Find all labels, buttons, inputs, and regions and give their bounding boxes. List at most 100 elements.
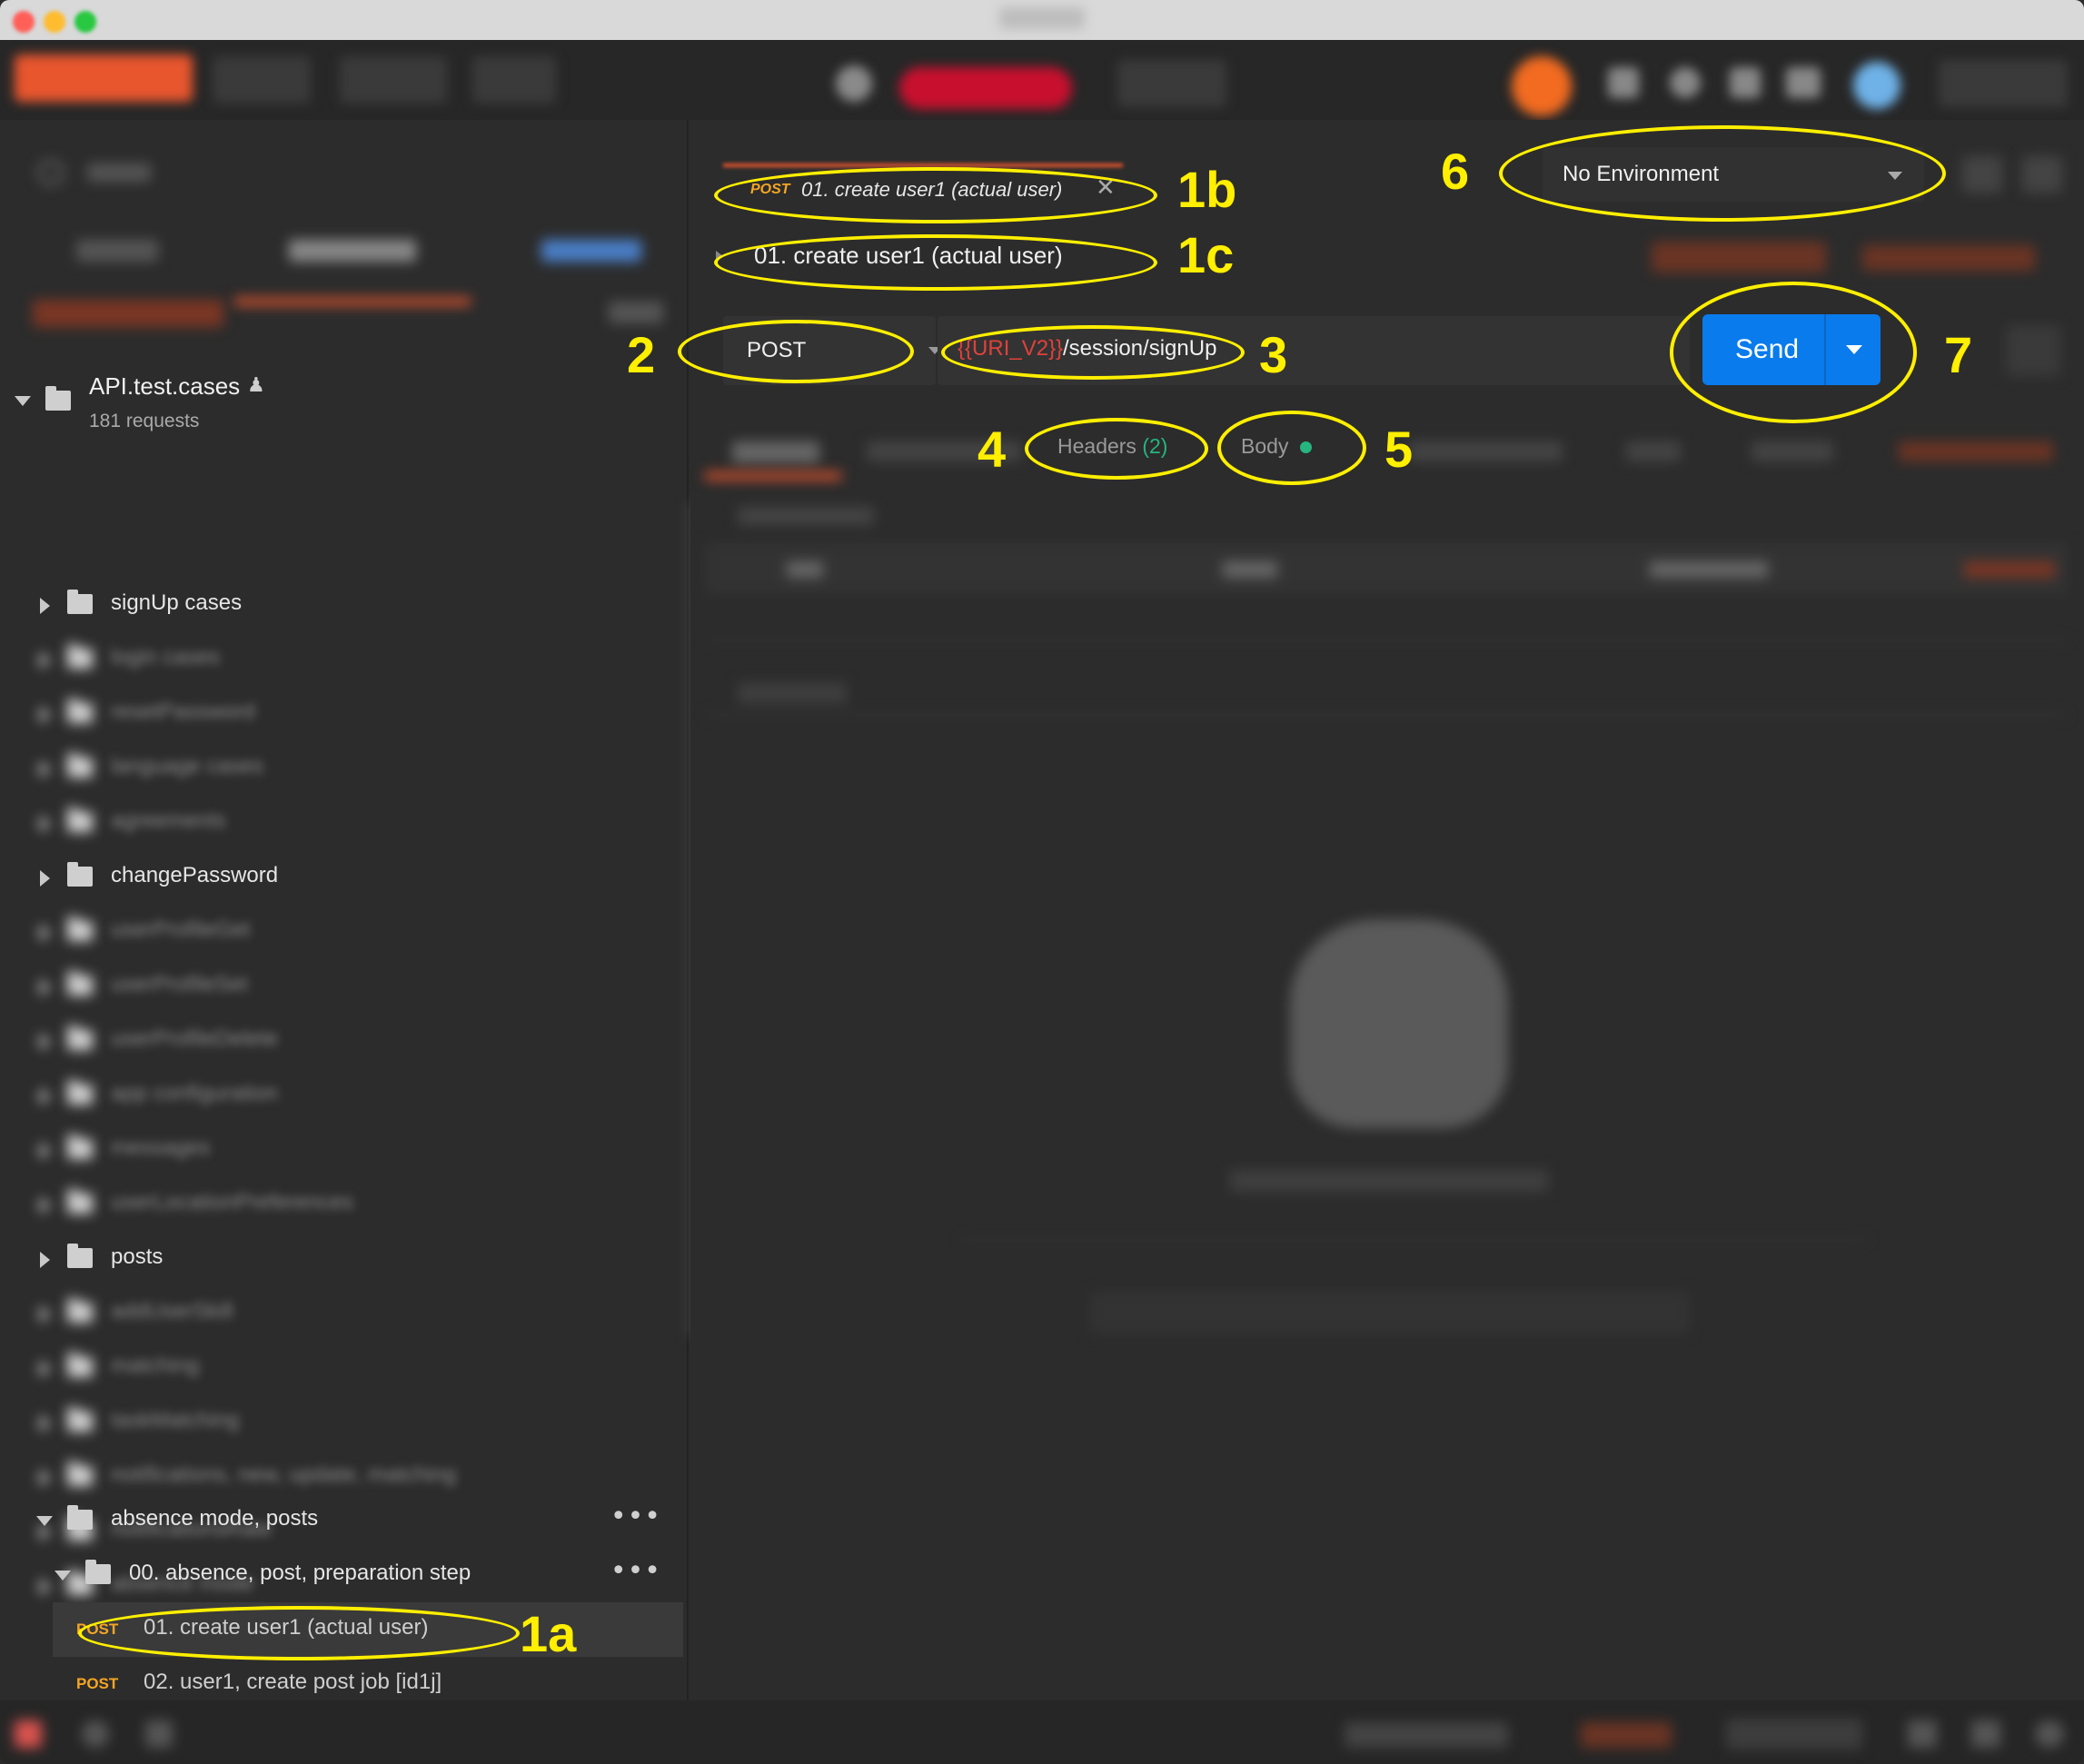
sidebar-folder[interactable]: userProfileGet [0, 905, 683, 959]
sidebar-folder[interactable]: userLocationPreferences [0, 1177, 683, 1232]
find-icon[interactable] [82, 1720, 109, 1748]
chevron-down-icon[interactable] [15, 396, 31, 406]
capture-icon[interactable] [1608, 67, 1639, 98]
tab-settings[interactable] [1752, 441, 1833, 461]
search-icon [38, 160, 64, 185]
team-icon: ♟ [247, 374, 265, 397]
comments-button[interactable] [1652, 242, 1826, 273]
close-window-button[interactable] [13, 11, 35, 33]
sidebar-folder[interactable]: resetPassword [0, 687, 683, 741]
annotation-ellipse-1b [714, 167, 1157, 223]
heart-icon[interactable] [1786, 67, 1821, 98]
chevron-right-icon[interactable] [40, 1034, 50, 1050]
folder-icon [67, 1189, 93, 1214]
help-icon[interactable] [2035, 1720, 2064, 1748]
more-icon[interactable]: ••• [610, 1555, 661, 1587]
chevron-right-icon[interactable] [40, 652, 50, 669]
tab-apis[interactable] [541, 240, 641, 262]
chevron-right-icon[interactable] [40, 816, 50, 832]
new-collection-button[interactable] [33, 300, 223, 327]
avatar[interactable] [1853, 62, 1900, 109]
chevron-right-icon[interactable] [40, 870, 50, 887]
trash-link[interactable] [609, 302, 663, 323]
folder-label: userProfileDelete [111, 1026, 279, 1051]
minimize-window-button[interactable] [44, 11, 65, 33]
chevron-right-icon[interactable] [40, 1470, 50, 1486]
folder-absence-mode-posts[interactable]: absence mode, posts ••• [0, 1493, 683, 1548]
browse-button[interactable] [1726, 1719, 1862, 1749]
tab-collections[interactable] [289, 240, 416, 262]
chevron-right-icon[interactable] [40, 1197, 50, 1214]
sidebar-folder[interactable]: changePassword [0, 850, 683, 905]
sidebar-folder[interactable]: userProfileDelete [0, 1014, 683, 1068]
folder-label: notifications, new, update, matching [111, 1462, 457, 1487]
cookies-link[interactable] [1899, 441, 2053, 461]
response-learn-more[interactable] [1090, 1292, 1690, 1333]
annotation-ellipse-4 [1025, 418, 1208, 480]
title-bar [0, 0, 2084, 40]
chevron-right-icon[interactable] [40, 598, 50, 614]
chevron-right-icon[interactable] [40, 1415, 50, 1432]
chevron-down-icon[interactable] [36, 1516, 53, 1526]
annotation-label-1a: 1a [520, 1605, 577, 1662]
chevron-right-icon[interactable] [40, 979, 50, 996]
sidebar-folder[interactable]: login cases [0, 632, 683, 687]
chevron-down-icon[interactable] [55, 1571, 71, 1581]
sync-icon[interactable] [1512, 56, 1572, 116]
bootcamp-button[interactable] [1345, 1722, 1508, 1748]
build-button[interactable] [1581, 1722, 1672, 1748]
more-icon[interactable]: ••• [610, 1501, 661, 1532]
folder-label: matching [111, 1353, 200, 1378]
workspace-switcher[interactable] [899, 67, 1072, 109]
collection-row[interactable]: API.test.cases ♟ 181 requests [0, 363, 683, 443]
sidebar-folder[interactable]: signUp cases [0, 578, 683, 632]
sidebar-folder[interactable]: agreements [0, 796, 683, 850]
tab-history[interactable] [76, 240, 158, 262]
sidebar-folder[interactable]: taskMatching [0, 1395, 683, 1450]
new-window-button[interactable] [472, 56, 556, 104]
save-button[interactable] [2006, 325, 2060, 376]
window-title [999, 7, 1085, 29]
chevron-right-icon[interactable] [40, 1306, 50, 1323]
sidebar-folder[interactable]: posts [0, 1232, 683, 1286]
sidebar-folder[interactable]: messages [0, 1123, 683, 1177]
tab-tests[interactable] [1626, 441, 1681, 461]
layout-icon[interactable] [1908, 1720, 1937, 1748]
folder-icon [67, 1135, 93, 1159]
sidebar-folder[interactable]: app configuration [0, 1068, 683, 1123]
import-button[interactable] [213, 56, 311, 104]
manage-environments-icon[interactable] [2022, 156, 2062, 193]
tab-params[interactable] [732, 441, 819, 463]
chevron-right-icon[interactable] [40, 707, 50, 723]
keyboard-icon[interactable] [1971, 1720, 2000, 1748]
console-icon[interactable] [145, 1720, 173, 1748]
settings-icon[interactable] [1670, 67, 1701, 98]
annotation-ellipse-6 [1499, 125, 1946, 222]
collection-count: 181 requests [89, 411, 200, 431]
chevron-right-icon[interactable] [40, 1361, 50, 1377]
tab-pre-request-script[interactable] [1408, 441, 1563, 461]
new-button[interactable] [15, 55, 193, 102]
examples-link[interactable] [1862, 245, 2035, 271]
upgrade-button[interactable] [1939, 60, 2068, 107]
workspace-icon[interactable] [836, 65, 872, 102]
chevron-right-icon[interactable] [40, 761, 50, 778]
invite-button[interactable] [1117, 60, 1226, 107]
sidebar-folder[interactable]: matching [0, 1341, 683, 1395]
environment-quick-look-icon[interactable] [1962, 156, 2002, 193]
runner-button[interactable] [340, 56, 447, 104]
subfolder-preparation-step[interactable]: 00. absence, post, preparation step ••• [0, 1548, 683, 1602]
request-method-badge: POST [76, 1675, 119, 1692]
chevron-right-icon[interactable] [40, 1143, 50, 1159]
notifications-icon[interactable] [1730, 67, 1761, 98]
maximize-window-button[interactable] [74, 11, 96, 33]
chevron-right-icon[interactable] [40, 1252, 50, 1268]
sidebar-folder[interactable]: language cases [0, 741, 683, 796]
search-bar[interactable] [27, 153, 663, 193]
chevron-right-icon[interactable] [40, 925, 50, 941]
sidebar-toggle-icon[interactable] [15, 1720, 42, 1748]
chevron-right-icon[interactable] [40, 1088, 50, 1105]
sidebar-folder[interactable]: userProfileSet [0, 959, 683, 1014]
folder-icon [67, 1462, 93, 1486]
sidebar-folder[interactable]: addUserSkill [0, 1286, 683, 1341]
